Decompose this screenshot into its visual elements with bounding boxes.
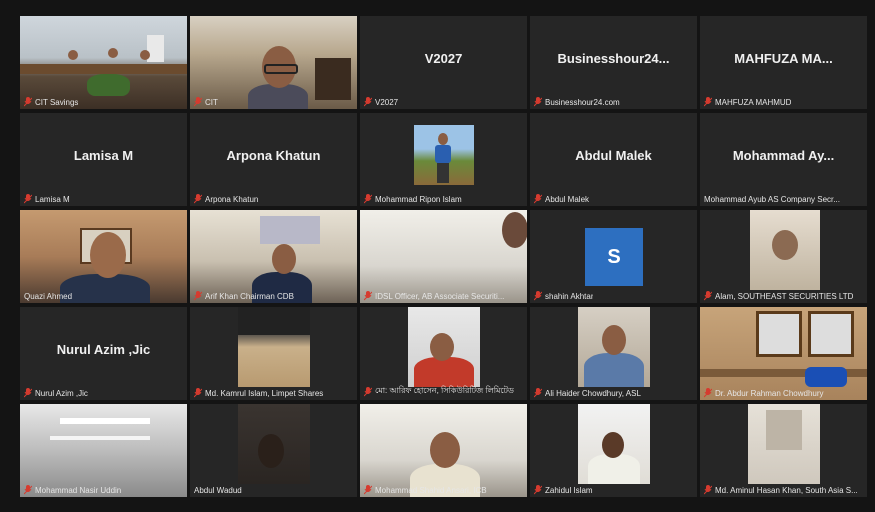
participant-name: Abdul Malek [545,194,590,204]
participant-tile-kamrul-islam[interactable]: Md. Kamrul Islam, Limpet Shares [190,307,357,400]
participant-name: CIT Savings [35,97,79,107]
participant-name: Lamisa M [35,194,70,204]
participant-video [20,210,187,303]
mic-muted-icon [364,291,372,301]
participant-name: মো: আরিফ হোসেন, সিকিউরিটিজ লিমিটেড [375,386,514,395]
participant-tile-shahid-ansari[interactable]: Mohammad Shahid Ansari, ICB [360,404,527,497]
participant-display-name: Nurul Azim ,Jic [56,342,151,358]
participant-tile-lamisa[interactable]: Lamisa M Lamisa M [20,113,187,206]
participant-video [360,210,527,303]
participant-name: Ali Haider Chowdhury, ASL [545,388,641,398]
participant-video [238,404,310,484]
participant-name: Arif Khan Chairman CDB [205,291,294,301]
mic-muted-icon [24,194,32,204]
participant-name: Nurul Azim ,Jic [35,388,88,398]
participant-name: Businesshour24.com [545,97,620,107]
participant-tile-arif-hossain[interactable]: মো: আরিফ হোসেন, সিকিউরিটিজ লিমিটেড [360,307,527,400]
mic-muted-icon [534,194,542,204]
participant-video [238,307,310,387]
participant-tile-mohammad-ayub[interactable]: Mohammad Ay... Mohammad Ayub AS Company … [700,113,867,206]
participant-name: Mohammad Shahid Ansari, ICB [375,485,487,495]
participant-name: Mohammad Nasir Uddin [35,485,122,495]
participant-display-name: MAHFUZA MA... [734,51,833,67]
mic-muted-icon [194,97,202,107]
participant-gallery: CIT Savings CIT V2027 V2027 Businesshour… [20,16,870,508]
participant-tile-chairman-cdb[interactable]: Arif Khan Chairman CDB [190,210,357,303]
participant-display-name: Lamisa M [73,148,134,164]
mic-muted-icon [364,97,372,107]
participant-name: Dr. Abdur Rahman Chowdhury [715,388,824,398]
participant-tile-southeast-securities[interactable]: Alam, SOUTHEAST SECURITIES LTD [700,210,867,303]
mic-muted-icon [704,97,712,107]
mic-muted-icon [194,291,202,301]
participant-display-name: V2027 [424,51,463,67]
participant-name: CIT [205,97,218,107]
meeting-window: CIT Savings CIT V2027 V2027 Businesshour… [0,0,875,512]
participant-tile-nasir-uddin[interactable]: Mohammad Nasir Uddin [20,404,187,497]
mic-muted-icon [704,388,712,398]
mic-muted-icon [534,97,542,107]
participant-name: Mohammad Ripon Islam [375,194,462,204]
participant-name: Arpona Khatun [205,194,259,204]
participant-display-name: Mohammad Ay... [732,148,835,164]
participant-name: Mohammad Ayub AS Company Secr... [704,195,840,204]
mic-muted-icon [24,485,32,495]
mic-muted-icon [534,291,542,301]
participant-name: IDSL Officer, AB Associate Securiti... [375,291,505,301]
participant-video [360,404,527,497]
participant-name: V2027 [375,97,399,107]
participant-tile-abdur-rahman[interactable]: Dr. Abdur Rahman Chowdhury [700,307,867,400]
mic-muted-icon [24,97,32,107]
mic-muted-icon [704,485,712,495]
avatar: S [585,228,643,286]
participant-tile-v2027[interactable]: V2027 V2027 [360,16,527,109]
participant-display-name: Arpona Khatun [226,148,321,164]
mic-muted-icon [534,485,542,495]
participant-tile-businesshour24[interactable]: Businesshour24... Businesshour24.com [530,16,697,109]
participant-name: Md. Kamrul Islam, Limpet Shares [205,388,324,398]
mic-muted-icon [364,386,372,397]
participant-tile-idsl-officer[interactable]: IDSL Officer, AB Associate Securiti... [360,210,527,303]
participant-name: Quazi Ahmed [24,292,73,301]
participant-tile-abdul-wadud[interactable]: Abdul Wadud [190,404,357,497]
participant-video [750,210,820,290]
participant-video [578,404,650,484]
participant-video [190,210,357,303]
participant-tile-cit[interactable]: CIT [190,16,357,109]
participant-video [700,307,867,400]
participant-display-name: Abdul Malek [575,148,652,164]
mic-muted-icon [704,291,712,301]
participant-video [748,404,820,484]
participant-tile-ripon[interactable]: Mohammad Ripon Islam [360,113,527,206]
participant-tile-nurul-azim[interactable]: Nurul Azim ,Jic Nurul Azim ,Jic [20,307,187,400]
participant-tile-ali-haider[interactable]: Ali Haider Chowdhury, ASL [530,307,697,400]
participant-tile-zahidul-islam[interactable]: Zahidul Islam [530,404,697,497]
participant-tile-cit-savings[interactable]: CIT Savings [20,16,187,109]
mic-muted-icon [194,388,202,398]
profile-photo [414,125,474,185]
participant-tile-arpona[interactable]: Arpona Khatun Arpona Khatun [190,113,357,206]
participant-video [408,307,480,387]
participant-video [20,16,187,109]
mic-muted-icon [534,388,542,398]
participant-tile-mahfuza[interactable]: MAHFUZA MA... MAHFUZA MAHMUD [700,16,867,109]
participant-video [20,404,187,497]
participant-name: Zahidul Islam [545,485,593,495]
participant-name: Md. Aminul Hasan Khan, South Asia S... [715,485,858,495]
participant-name: Alam, SOUTHEAST SECURITIES LTD [715,291,854,301]
mic-muted-icon [364,194,372,204]
participant-video [190,16,357,109]
participant-name: shahin Akhtar [545,291,594,301]
mic-muted-icon [24,388,32,398]
participant-display-name: Businesshour24... [557,51,670,67]
mic-muted-icon [364,485,372,495]
mic-muted-icon [194,194,202,204]
participant-tile-quazi-ahmed[interactable]: Quazi Ahmed [20,210,187,303]
participant-name: Abdul Wadud [194,486,242,495]
participant-tile-shahin[interactable]: S shahin Akhtar [530,210,697,303]
participant-tile-abdul-malek[interactable]: Abdul Malek Abdul Malek [530,113,697,206]
participant-tile-aminul-hasan[interactable]: Md. Aminul Hasan Khan, South Asia S... [700,404,867,497]
participant-name: MAHFUZA MAHMUD [715,97,792,107]
participant-video [578,307,650,387]
